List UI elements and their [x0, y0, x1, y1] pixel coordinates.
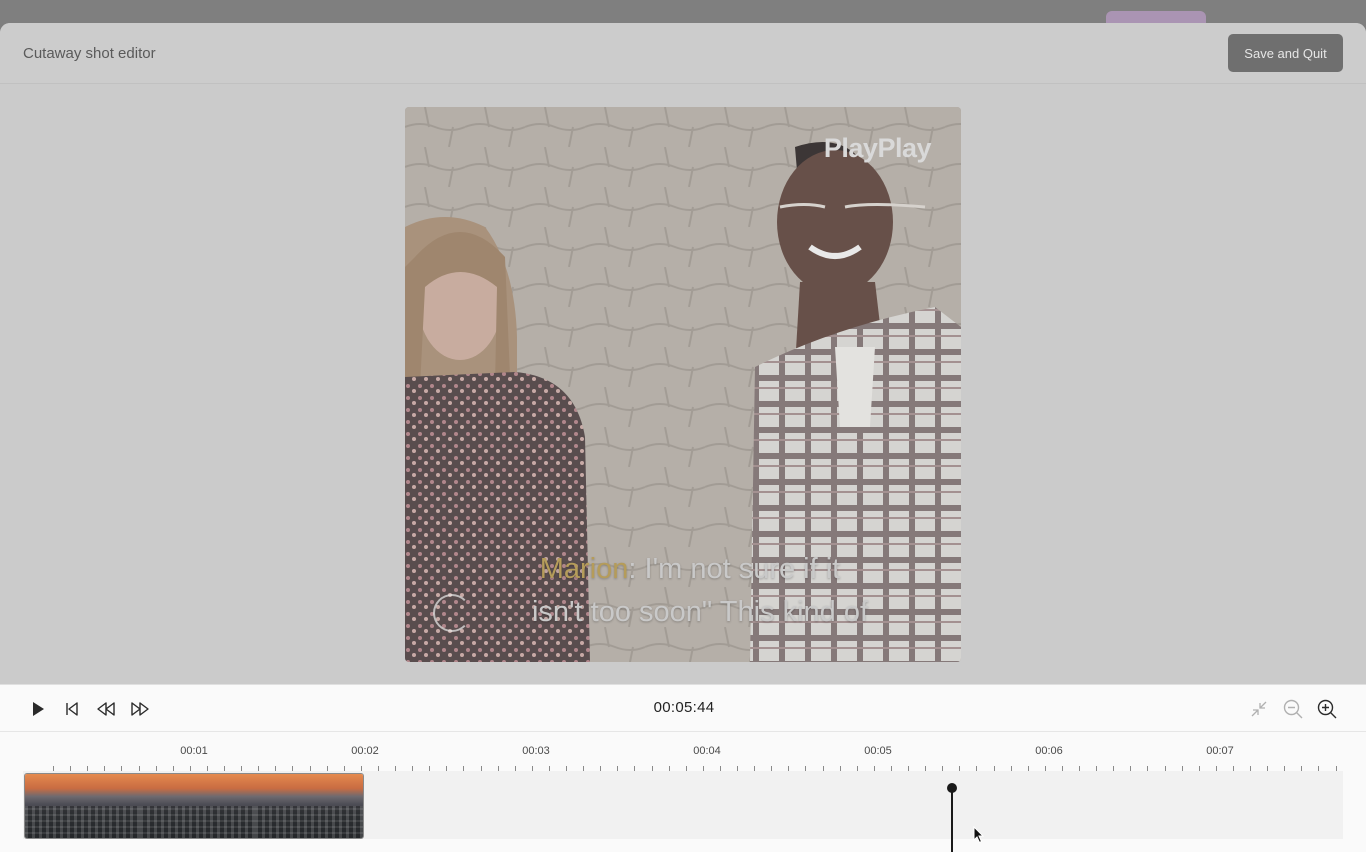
- subtitle-line-1: Marion: I'm not sure if it: [465, 553, 915, 586]
- loading-spinner-icon: [433, 594, 471, 632]
- subtitle-speaker: Marion: [539, 553, 629, 585]
- subtitle-line-1-text: : I'm not sure if it: [628, 553, 841, 585]
- zoom-in-button[interactable]: [1316, 698, 1338, 720]
- playplay-watermark: PlayPlay: [823, 133, 932, 163]
- rewind-button[interactable]: [95, 698, 117, 720]
- ruler-label: 00:05: [864, 745, 892, 757]
- modal-header: Cutaway shot editor Save and Quit: [0, 23, 1366, 84]
- save-and-quit-button[interactable]: Save and Quit: [1228, 34, 1343, 72]
- subtitle-line-2: isn't too soon" This kind of: [531, 596, 869, 628]
- ruler-label: 00:01: [180, 745, 208, 757]
- ruler-label: 00:02: [351, 745, 379, 757]
- timeline-panel: 00:05:44 00:01 00:02 00:03 00:04 00:05 0…: [0, 684, 1366, 852]
- skip-to-start-icon: [66, 702, 78, 716]
- skip-to-start-button[interactable]: [61, 698, 83, 720]
- ruler-label: 00:04: [693, 745, 721, 757]
- zoom-in-icon: [1317, 699, 1337, 719]
- ruler-label: 00:06: [1035, 745, 1063, 757]
- play-icon: [33, 702, 44, 716]
- video-preview[interactable]: PlayPlay Marion: I'm not sure if it isn'…: [405, 107, 961, 662]
- playhead-handle[interactable]: [947, 783, 957, 793]
- fast-forward-button[interactable]: [129, 698, 151, 720]
- zoom-out-button[interactable]: [1282, 698, 1304, 720]
- playback-controls: 00:05:44: [0, 685, 1366, 732]
- current-timecode: 00:05:44: [653, 699, 715, 716]
- zoom-out-icon: [1283, 699, 1303, 719]
- clip-thumbnail: [140, 774, 255, 838]
- mouse-cursor-icon: [973, 826, 985, 844]
- clip-thumbnail: [255, 774, 363, 838]
- fast-forward-icon: [131, 702, 149, 716]
- timeline-ruler[interactable]: 00:01 00:02 00:03 00:04 00:05 00:06 00:0…: [23, 741, 1343, 771]
- ruler-label: 00:03: [522, 745, 550, 757]
- clip-thumbnail: [25, 774, 140, 838]
- fit-timeline-button[interactable]: [1248, 698, 1270, 720]
- play-button[interactable]: [27, 698, 49, 720]
- cutaway-editor-modal: Cutaway shot editor Save and Quit PlayPl…: [0, 23, 1366, 852]
- shrink-icon: [1251, 701, 1267, 717]
- ruler-label: 00:07: [1206, 745, 1234, 757]
- cutaway-clip[interactable]: [24, 773, 364, 839]
- playhead-line[interactable]: [951, 789, 953, 852]
- modal-title: Cutaway shot editor: [23, 45, 156, 62]
- rewind-icon: [97, 702, 115, 716]
- cutaway-track[interactable]: [23, 771, 1343, 839]
